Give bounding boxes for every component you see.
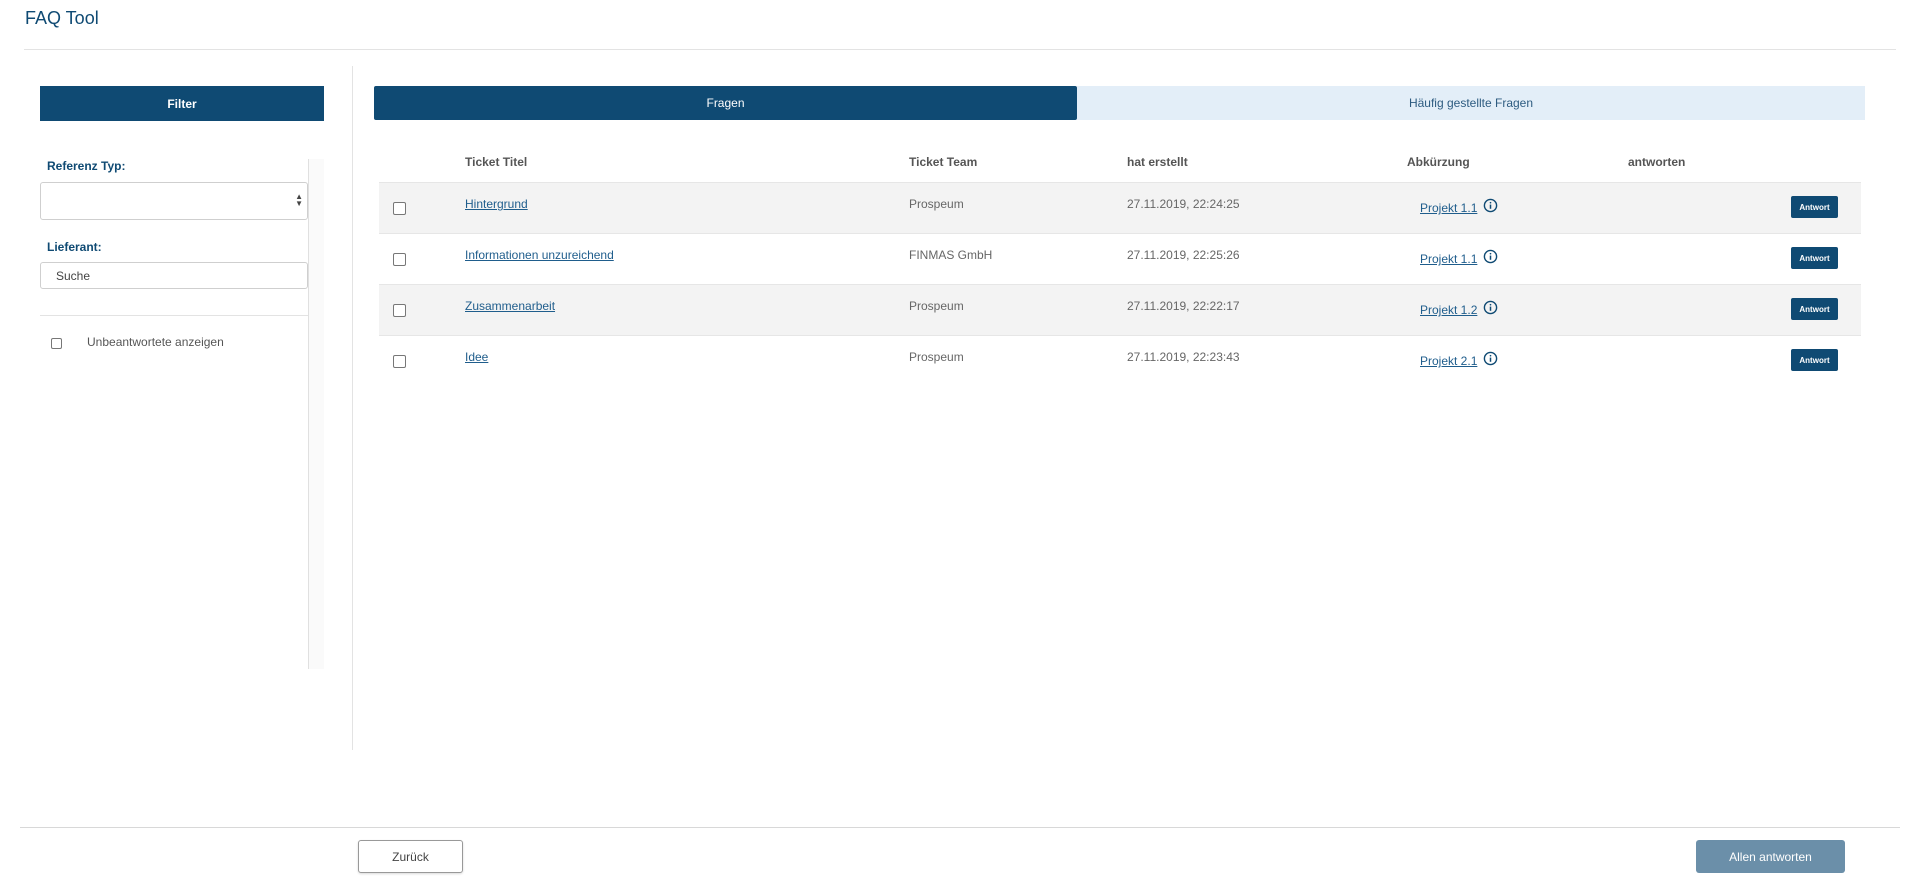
- ticket-team: Prospeum: [909, 350, 964, 364]
- abbreviation-link[interactable]: Projekt 1.1: [1420, 201, 1477, 215]
- created-date: 27.11.2019, 22:25:26: [1127, 248, 1240, 262]
- info-icon[interactable]: [1483, 300, 1498, 315]
- sidebar-divider: [352, 66, 353, 750]
- column-header-ticket-team: Ticket Team: [909, 155, 978, 169]
- reference-type-label: Referenz Typ:: [47, 159, 126, 173]
- reference-type-select[interactable]: ▲ ▼: [40, 182, 308, 220]
- table-row: Zusammenarbeit Prospeum 27.11.2019, 22:2…: [379, 284, 1861, 335]
- filter-scrollbar[interactable]: [308, 159, 324, 669]
- ticket-team: Prospeum: [909, 299, 964, 313]
- row-checkbox[interactable]: [393, 355, 406, 368]
- ticket-team: Prospeum: [909, 197, 964, 211]
- table-row: Informationen unzureichend FINMAS GmbH 2…: [379, 233, 1861, 284]
- filter-header: Filter: [40, 86, 324, 121]
- answer-button[interactable]: Antwort: [1791, 298, 1838, 320]
- filter-divider: [40, 315, 308, 316]
- answer-button[interactable]: Antwort: [1791, 247, 1838, 269]
- ticket-title-link[interactable]: Idee: [465, 350, 488, 364]
- created-date: 27.11.2019, 22:22:17: [1127, 299, 1240, 313]
- abbreviation-link[interactable]: Projekt 2.1: [1420, 354, 1477, 368]
- row-checkbox[interactable]: [393, 304, 406, 317]
- ticket-title-link[interactable]: Hintergrund: [465, 197, 528, 211]
- supplier-label: Lieferant:: [47, 240, 102, 254]
- answer-all-button[interactable]: Allen antworten: [1696, 840, 1845, 873]
- abbreviation-link[interactable]: Projekt 1.2: [1420, 303, 1477, 317]
- abbreviation-link[interactable]: Projekt 1.1: [1420, 252, 1477, 266]
- column-header-abbreviation: Abkürzung: [1407, 155, 1470, 169]
- column-header-answers: antworten: [1628, 155, 1686, 169]
- tab-fragen[interactable]: Fragen: [374, 86, 1077, 120]
- ticket-title-link[interactable]: Zusammenarbeit: [465, 299, 555, 313]
- answer-button[interactable]: Antwort: [1791, 196, 1838, 218]
- unanswered-checkbox[interactable]: [51, 338, 62, 349]
- top-divider: [24, 49, 1896, 50]
- select-arrows-icon: ▲ ▼: [295, 192, 303, 208]
- column-header-ticket-title: Ticket Titel: [465, 155, 528, 169]
- app-title: FAQ Tool: [25, 8, 99, 28]
- supplier-search-input[interactable]: [40, 262, 308, 289]
- unanswered-checkbox-label: Unbeantwortete anzeigen: [87, 335, 224, 349]
- table-row: Idee Prospeum 27.11.2019, 22:23:43 Proje…: [379, 335, 1861, 386]
- row-checkbox[interactable]: [393, 202, 406, 215]
- created-date: 27.11.2019, 22:23:43: [1127, 350, 1240, 364]
- info-icon[interactable]: [1483, 249, 1498, 264]
- back-button[interactable]: Zurück: [358, 840, 463, 873]
- info-icon[interactable]: [1483, 198, 1498, 213]
- ticket-title-link[interactable]: Informationen unzureichend: [465, 248, 614, 262]
- info-icon[interactable]: [1483, 351, 1498, 366]
- ticket-team: FINMAS GmbH: [909, 248, 993, 262]
- row-checkbox[interactable]: [393, 253, 406, 266]
- column-header-created: hat erstellt: [1127, 155, 1188, 169]
- footer-divider: [20, 827, 1900, 828]
- table-row: Hintergrund Prospeum 27.11.2019, 22:24:2…: [379, 182, 1861, 233]
- created-date: 27.11.2019, 22:24:25: [1127, 197, 1240, 211]
- tab-haeufig-gestellte-fragen[interactable]: Häufig gestellte Fragen: [1077, 86, 1865, 120]
- answer-button[interactable]: Antwort: [1791, 349, 1838, 371]
